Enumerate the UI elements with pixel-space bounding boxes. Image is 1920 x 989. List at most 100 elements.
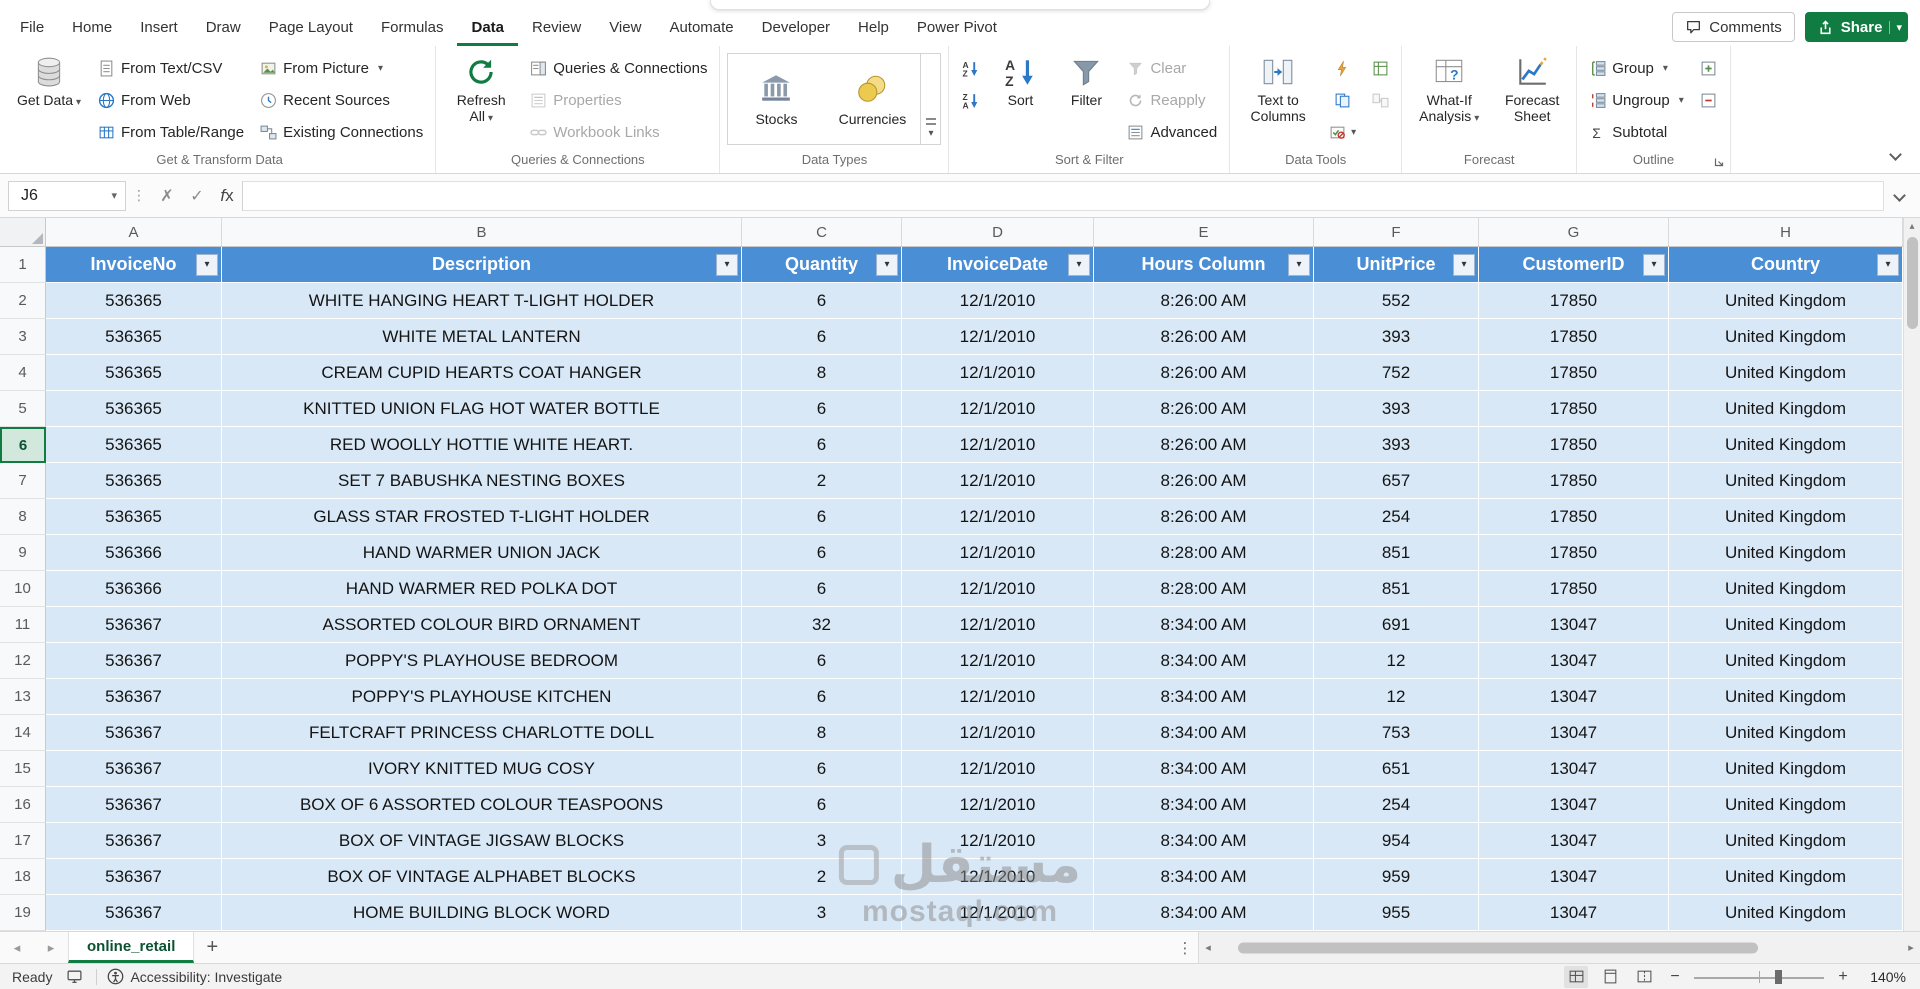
cell[interactable]: 753 <box>1314 715 1479 751</box>
cell[interactable]: 536365 <box>46 499 222 535</box>
cell[interactable]: United Kingdom <box>1669 751 1903 787</box>
cell[interactable]: 8:34:00 AM <box>1094 787 1314 823</box>
cell[interactable]: ASSORTED COLOUR BIRD ORNAMENT <box>222 607 742 643</box>
from-text-csv-button[interactable]: From Text/CSV <box>93 53 249 83</box>
column-header-F[interactable]: F <box>1314 218 1479 246</box>
row-header-19[interactable]: 19 <box>0 895 46 931</box>
cell[interactable]: 8 <box>742 355 902 391</box>
cell[interactable]: 17850 <box>1479 391 1669 427</box>
cell[interactable]: 13047 <box>1479 643 1669 679</box>
cell[interactable]: United Kingdom <box>1669 463 1903 499</box>
cell[interactable]: United Kingdom <box>1669 607 1903 643</box>
scroll-left-button[interactable]: ◂ <box>1199 941 1217 954</box>
row-header-12[interactable]: 12 <box>0 643 46 679</box>
cell[interactable]: POPPY'S PLAYHOUSE BEDROOM <box>222 643 742 679</box>
cell[interactable]: 552 <box>1314 283 1479 319</box>
sheet-nav-right-button[interactable]: ▸ <box>34 932 68 963</box>
cell[interactable]: United Kingdom <box>1669 823 1903 859</box>
cell[interactable]: United Kingdom <box>1669 787 1903 823</box>
stocks-button[interactable]: Stocks <box>728 54 824 144</box>
cell[interactable]: 8:34:00 AM <box>1094 643 1314 679</box>
cell[interactable]: GLASS STAR FROSTED T-LIGHT HOLDER <box>222 499 742 535</box>
row-header-16[interactable]: 16 <box>0 787 46 823</box>
relationships-button[interactable] <box>1366 85 1394 115</box>
cell[interactable]: 851 <box>1314 571 1479 607</box>
cell[interactable]: United Kingdom <box>1669 643 1903 679</box>
row-header-7[interactable]: 7 <box>0 463 46 499</box>
cell[interactable]: 8:34:00 AM <box>1094 895 1314 931</box>
cell[interactable]: 954 <box>1314 823 1479 859</box>
cell[interactable]: 12 <box>1314 643 1479 679</box>
select-all-corner[interactable] <box>0 218 46 246</box>
cell[interactable]: 536365 <box>46 283 222 319</box>
cell[interactable]: 8:26:00 AM <box>1094 463 1314 499</box>
get-data-button[interactable]: Get Data▾ <box>11 51 87 113</box>
cell[interactable]: 536367 <box>46 859 222 895</box>
cell[interactable]: 12/1/2010 <box>902 391 1094 427</box>
cell[interactable]: 955 <box>1314 895 1479 931</box>
cell[interactable]: 536365 <box>46 391 222 427</box>
cell[interactable]: 8:26:00 AM <box>1094 427 1314 463</box>
cell[interactable]: 13047 <box>1479 895 1669 931</box>
cell[interactable]: 657 <box>1314 463 1479 499</box>
cell[interactable]: 13047 <box>1479 751 1669 787</box>
cell[interactable]: 12/1/2010 <box>902 679 1094 715</box>
cell[interactable]: WHITE HANGING HEART T-LIGHT HOLDER <box>222 283 742 319</box>
cell[interactable]: 12/1/2010 <box>902 535 1094 571</box>
cell[interactable]: 651 <box>1314 751 1479 787</box>
cell[interactable]: 536367 <box>46 823 222 859</box>
column-header-G[interactable]: G <box>1479 218 1669 246</box>
cell[interactable]: 12/1/2010 <box>902 895 1094 931</box>
cell[interactable]: 6 <box>742 427 902 463</box>
sort-descending-button[interactable] <box>956 85 984 115</box>
cell[interactable]: 536365 <box>46 355 222 391</box>
cell[interactable]: 8:34:00 AM <box>1094 679 1314 715</box>
macro-record-button[interactable] <box>62 966 86 988</box>
name-box-dropdown-icon[interactable]: ▾ <box>111 189 117 202</box>
cell[interactable]: 3 <box>742 895 902 931</box>
cell[interactable]: 536367 <box>46 607 222 643</box>
currencies-button[interactable]: Currencies <box>824 54 920 144</box>
cell[interactable]: 8:34:00 AM <box>1094 715 1314 751</box>
cell[interactable]: 12/1/2010 <box>902 463 1094 499</box>
row-header-1[interactable]: 1 <box>0 247 46 283</box>
cell[interactable]: 536367 <box>46 895 222 931</box>
comments-button[interactable]: Comments <box>1672 12 1795 42</box>
data-validation-button[interactable]: ▾ <box>1325 117 1360 147</box>
cell[interactable]: 393 <box>1314 391 1479 427</box>
ribbon-tab-formulas[interactable]: Formulas <box>367 12 458 46</box>
cell[interactable]: 12/1/2010 <box>902 283 1094 319</box>
flash-fill-button[interactable] <box>1325 53 1360 83</box>
filter-dropdown-button[interactable]: ▾ <box>876 254 898 276</box>
filter-dropdown-button[interactable]: ▾ <box>1453 254 1475 276</box>
ribbon-tab-power-pivot[interactable]: Power Pivot <box>903 12 1011 46</box>
vertical-scrollbar[interactable]: ▴ <box>1903 218 1920 931</box>
cell[interactable]: United Kingdom <box>1669 895 1903 931</box>
cell[interactable]: WHITE METAL LANTERN <box>222 319 742 355</box>
cell[interactable]: United Kingdom <box>1669 535 1903 571</box>
column-header-B[interactable]: B <box>222 218 742 246</box>
cell[interactable]: 12/1/2010 <box>902 427 1094 463</box>
cell[interactable]: BOX OF VINTAGE ALPHABET BLOCKS <box>222 859 742 895</box>
cell[interactable]: 536365 <box>46 463 222 499</box>
cell[interactable]: 32 <box>742 607 902 643</box>
cell[interactable]: United Kingdom <box>1669 319 1903 355</box>
cell[interactable]: RED WOOLLY HOTTIE WHITE HEART. <box>222 427 742 463</box>
data-types-gallery-more-button[interactable]: ▾ <box>920 54 940 144</box>
column-header-C[interactable]: C <box>742 218 902 246</box>
cell[interactable]: 2 <box>742 463 902 499</box>
cell[interactable]: HAND WARMER UNION JACK <box>222 535 742 571</box>
cell[interactable]: 536366 <box>46 571 222 607</box>
cell[interactable]: United Kingdom <box>1669 679 1903 715</box>
cell[interactable]: 8:34:00 AM <box>1094 859 1314 895</box>
row-header-13[interactable]: 13 <box>0 679 46 715</box>
advanced-filter-button[interactable]: Advanced <box>1122 117 1222 147</box>
cell[interactable]: 17850 <box>1479 355 1669 391</box>
row-header-9[interactable]: 9 <box>0 535 46 571</box>
cell[interactable]: 6 <box>742 679 902 715</box>
cell[interactable]: 6 <box>742 319 902 355</box>
name-box[interactable]: J6 ▾ <box>8 181 126 211</box>
share-button[interactable]: Share ▾ <box>1805 12 1908 42</box>
row-header-17[interactable]: 17 <box>0 823 46 859</box>
cell[interactable]: 6 <box>742 787 902 823</box>
